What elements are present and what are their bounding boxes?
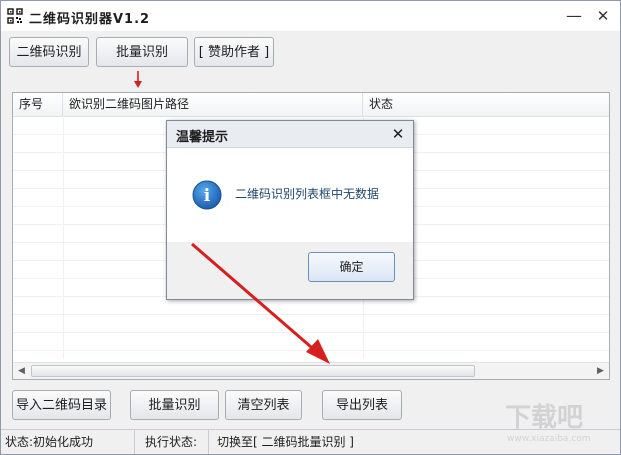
import-qr-folder-button[interactable]: 导入二维码目录 xyxy=(12,390,111,420)
column-header-index[interactable]: 序号 xyxy=(13,93,63,116)
scrollbar-thumb[interactable] xyxy=(31,365,475,377)
dialog-message: 二维码识别列表框中无数据 xyxy=(235,187,380,201)
watermark-logo: 下载吧 www.xiazaiba.com xyxy=(505,403,591,444)
dialog-title: 温馨提示 xyxy=(176,130,229,145)
dialog-close-button[interactable]: ✕ xyxy=(389,125,407,143)
decode-qr-button[interactable]: 二维码识别 xyxy=(9,37,89,67)
status-exec-label: 执行状态: xyxy=(141,430,209,454)
qr-code-icon xyxy=(7,8,23,24)
info-glyph: i xyxy=(204,186,211,206)
column-header-path[interactable]: 欲识别二维码图片路径 xyxy=(63,93,363,116)
column-header-status[interactable]: 状态 xyxy=(363,93,609,116)
list-header: 序号 欲识别二维码图片路径 状态 xyxy=(13,93,609,117)
export-list-button[interactable]: 导出列表 xyxy=(322,390,402,420)
status-init: 状态:初始化成功 xyxy=(1,430,135,454)
status-exec-value: 切换至[ 二维码批量识别 ] xyxy=(217,435,354,449)
info-icon: i xyxy=(192,180,222,210)
red-down-arrow-icon xyxy=(134,71,142,88)
dialog-title-bar: 温馨提示 ✕ xyxy=(167,121,413,148)
watermark-site: www.xiazaiba.com xyxy=(507,434,591,444)
tip-dialog: 温馨提示 ✕ i 二维码识别列表框中无数据 确定 xyxy=(166,120,414,300)
watermark-brand: 下载吧 xyxy=(505,403,583,433)
batch-decode-tab-button[interactable]: 批量识别 xyxy=(96,37,188,67)
batch-decode-button[interactable]: 批量识别 xyxy=(130,390,219,420)
horizontal-scrollbar[interactable]: ◀ ▶ xyxy=(13,362,609,379)
grid-line xyxy=(13,314,609,315)
minimize-button[interactable]: — xyxy=(562,6,586,26)
window-title: 二维码识别器V1.2 xyxy=(29,12,151,27)
donate-author-button[interactable]: [ 赞助作者 ] xyxy=(194,37,274,67)
grid-line xyxy=(13,332,609,333)
scroll-right-icon[interactable]: ▶ xyxy=(592,363,609,379)
title-bar: 二维码识别器V1.2 — ✕ xyxy=(1,1,620,31)
scroll-left-icon[interactable]: ◀ xyxy=(13,363,30,379)
clear-list-button[interactable]: 清空列表 xyxy=(225,390,302,420)
grid-line xyxy=(13,350,609,351)
close-window-button[interactable]: ✕ xyxy=(591,6,615,26)
app-window: 二维码识别器V1.2 — ✕ 二维码识别 批量识别 [ 赞助作者 ] 序号 欲识… xyxy=(0,0,621,455)
ok-button[interactable]: 确定 xyxy=(308,252,395,282)
